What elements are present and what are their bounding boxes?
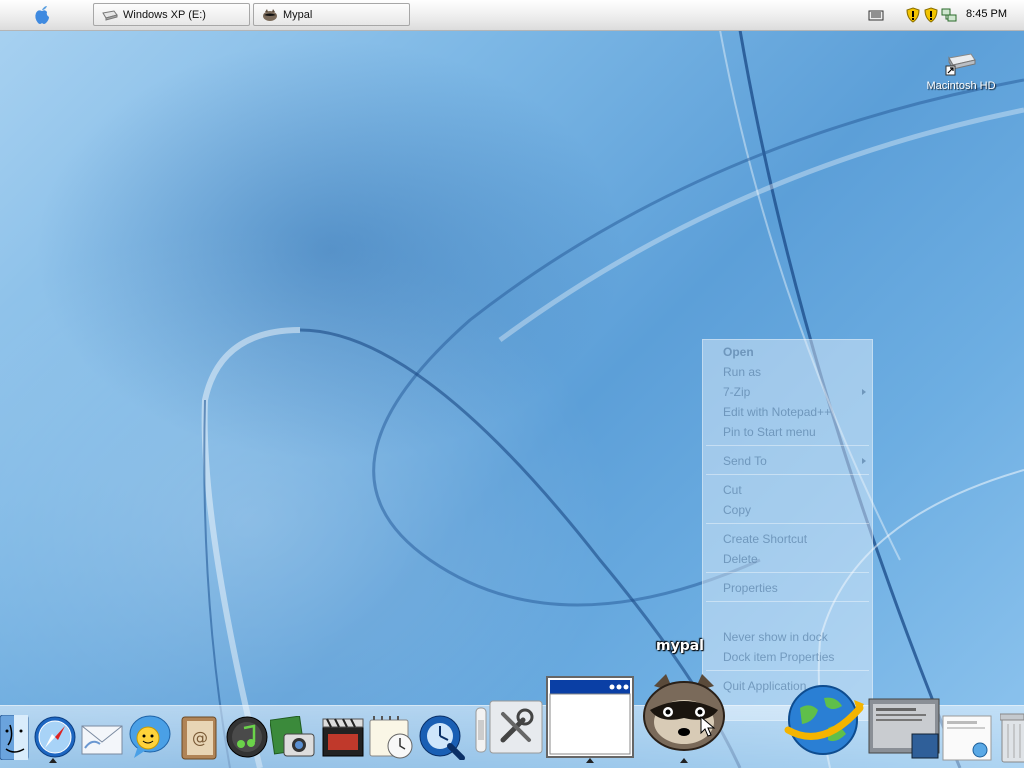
- submenu-arrow-icon: [862, 389, 866, 395]
- taskbar-button-mypal[interactable]: Mypal: [253, 3, 410, 26]
- submenu-arrow-icon: [862, 458, 866, 464]
- running-indicator: [586, 758, 594, 763]
- menu-item-7zip[interactable]: 7-Zip: [723, 385, 750, 399]
- menu-item-open[interactable]: Open: [723, 345, 754, 359]
- running-indicator: [680, 758, 688, 763]
- keyboard-icon[interactable]: [868, 6, 884, 24]
- running-indicator: [49, 758, 57, 763]
- screenshot-icon[interactable]: [868, 698, 940, 763]
- menu-separator: [706, 474, 869, 475]
- taskbar-button-label: Mypal: [283, 8, 313, 21]
- clock[interactable]: 8:45 PM: [966, 8, 1007, 20]
- hard-drive-icon: [945, 53, 976, 76]
- mypal-raccoon-icon: [263, 8, 277, 21]
- menu-separator: [706, 445, 869, 446]
- menu-item-send-to[interactable]: Send To: [723, 454, 767, 468]
- apple-icon[interactable]: [32, 5, 52, 25]
- mypal-raccoon-icon[interactable]: [636, 666, 732, 761]
- mail-icon[interactable]: [80, 718, 124, 761]
- dock-hover-label: mypal: [656, 638, 704, 654]
- window-app-icon[interactable]: [546, 676, 634, 761]
- finder-icon[interactable]: [0, 714, 30, 763]
- quicktime-icon[interactable]: [418, 714, 466, 763]
- security-shield-icon[interactable]: [924, 6, 938, 24]
- desktop-icon-macintosh-hd[interactable]: Macintosh HD: [925, 48, 997, 94]
- address-book-icon[interactable]: @: [179, 716, 219, 763]
- desktop-icon-label: Macintosh HD: [926, 80, 996, 92]
- ical-icon[interactable]: [368, 716, 414, 763]
- menu-item-dock-properties[interactable]: Dock item Properties: [723, 650, 834, 664]
- menu-item-edit-notepad[interactable]: Edit with Notepad++: [723, 405, 831, 419]
- context-menu: Open Run as 7-Zip Edit with Notepad++ Pi…: [702, 339, 873, 721]
- menu-item-pin-start[interactable]: Pin to Start menu: [723, 425, 816, 439]
- drive-icon: [102, 9, 118, 21]
- ichat-icon[interactable]: [128, 714, 172, 763]
- trash-icon[interactable]: [999, 712, 1024, 767]
- menu-item-delete[interactable]: Delete: [723, 552, 758, 566]
- security-shield-icon[interactable]: [906, 6, 920, 24]
- internet-globe-icon[interactable]: [780, 678, 866, 761]
- itunes-icon[interactable]: [226, 716, 268, 761]
- menu-item-properties[interactable]: Properties: [723, 581, 778, 595]
- menubar: Windows XP (E:) Mypal 8:45 PM: [0, 0, 1024, 31]
- svg-text:@: @: [192, 728, 208, 747]
- imovie-icon[interactable]: [322, 718, 364, 761]
- preview-icon[interactable]: [942, 712, 994, 765]
- desktop[interactable]: Macintosh HD Open Run as 7-Zip Edit with…: [0, 0, 1024, 768]
- menu-item-copy[interactable]: Copy: [723, 503, 751, 517]
- taskbar-button-windows-xp[interactable]: Windows XP (E:): [93, 3, 250, 26]
- dock-separator-icon: [474, 706, 488, 757]
- menu-item-never-show-dock[interactable]: Never show in dock: [723, 630, 828, 644]
- safari-icon[interactable]: [34, 716, 76, 761]
- menu-item-run-as[interactable]: Run as: [723, 365, 761, 379]
- menu-item-create-shortcut[interactable]: Create Shortcut: [723, 532, 807, 546]
- menu-item-cut[interactable]: Cut: [723, 483, 742, 497]
- mouse-cursor-icon: [700, 715, 716, 741]
- utilities-icon[interactable]: [489, 700, 543, 757]
- menu-separator: [706, 601, 869, 602]
- iphoto-icon[interactable]: [269, 715, 316, 763]
- menu-separator: [706, 523, 869, 524]
- menu-separator: [706, 572, 869, 573]
- network-icon[interactable]: [941, 6, 957, 24]
- taskbar-button-label: Windows XP (E:): [123, 8, 206, 21]
